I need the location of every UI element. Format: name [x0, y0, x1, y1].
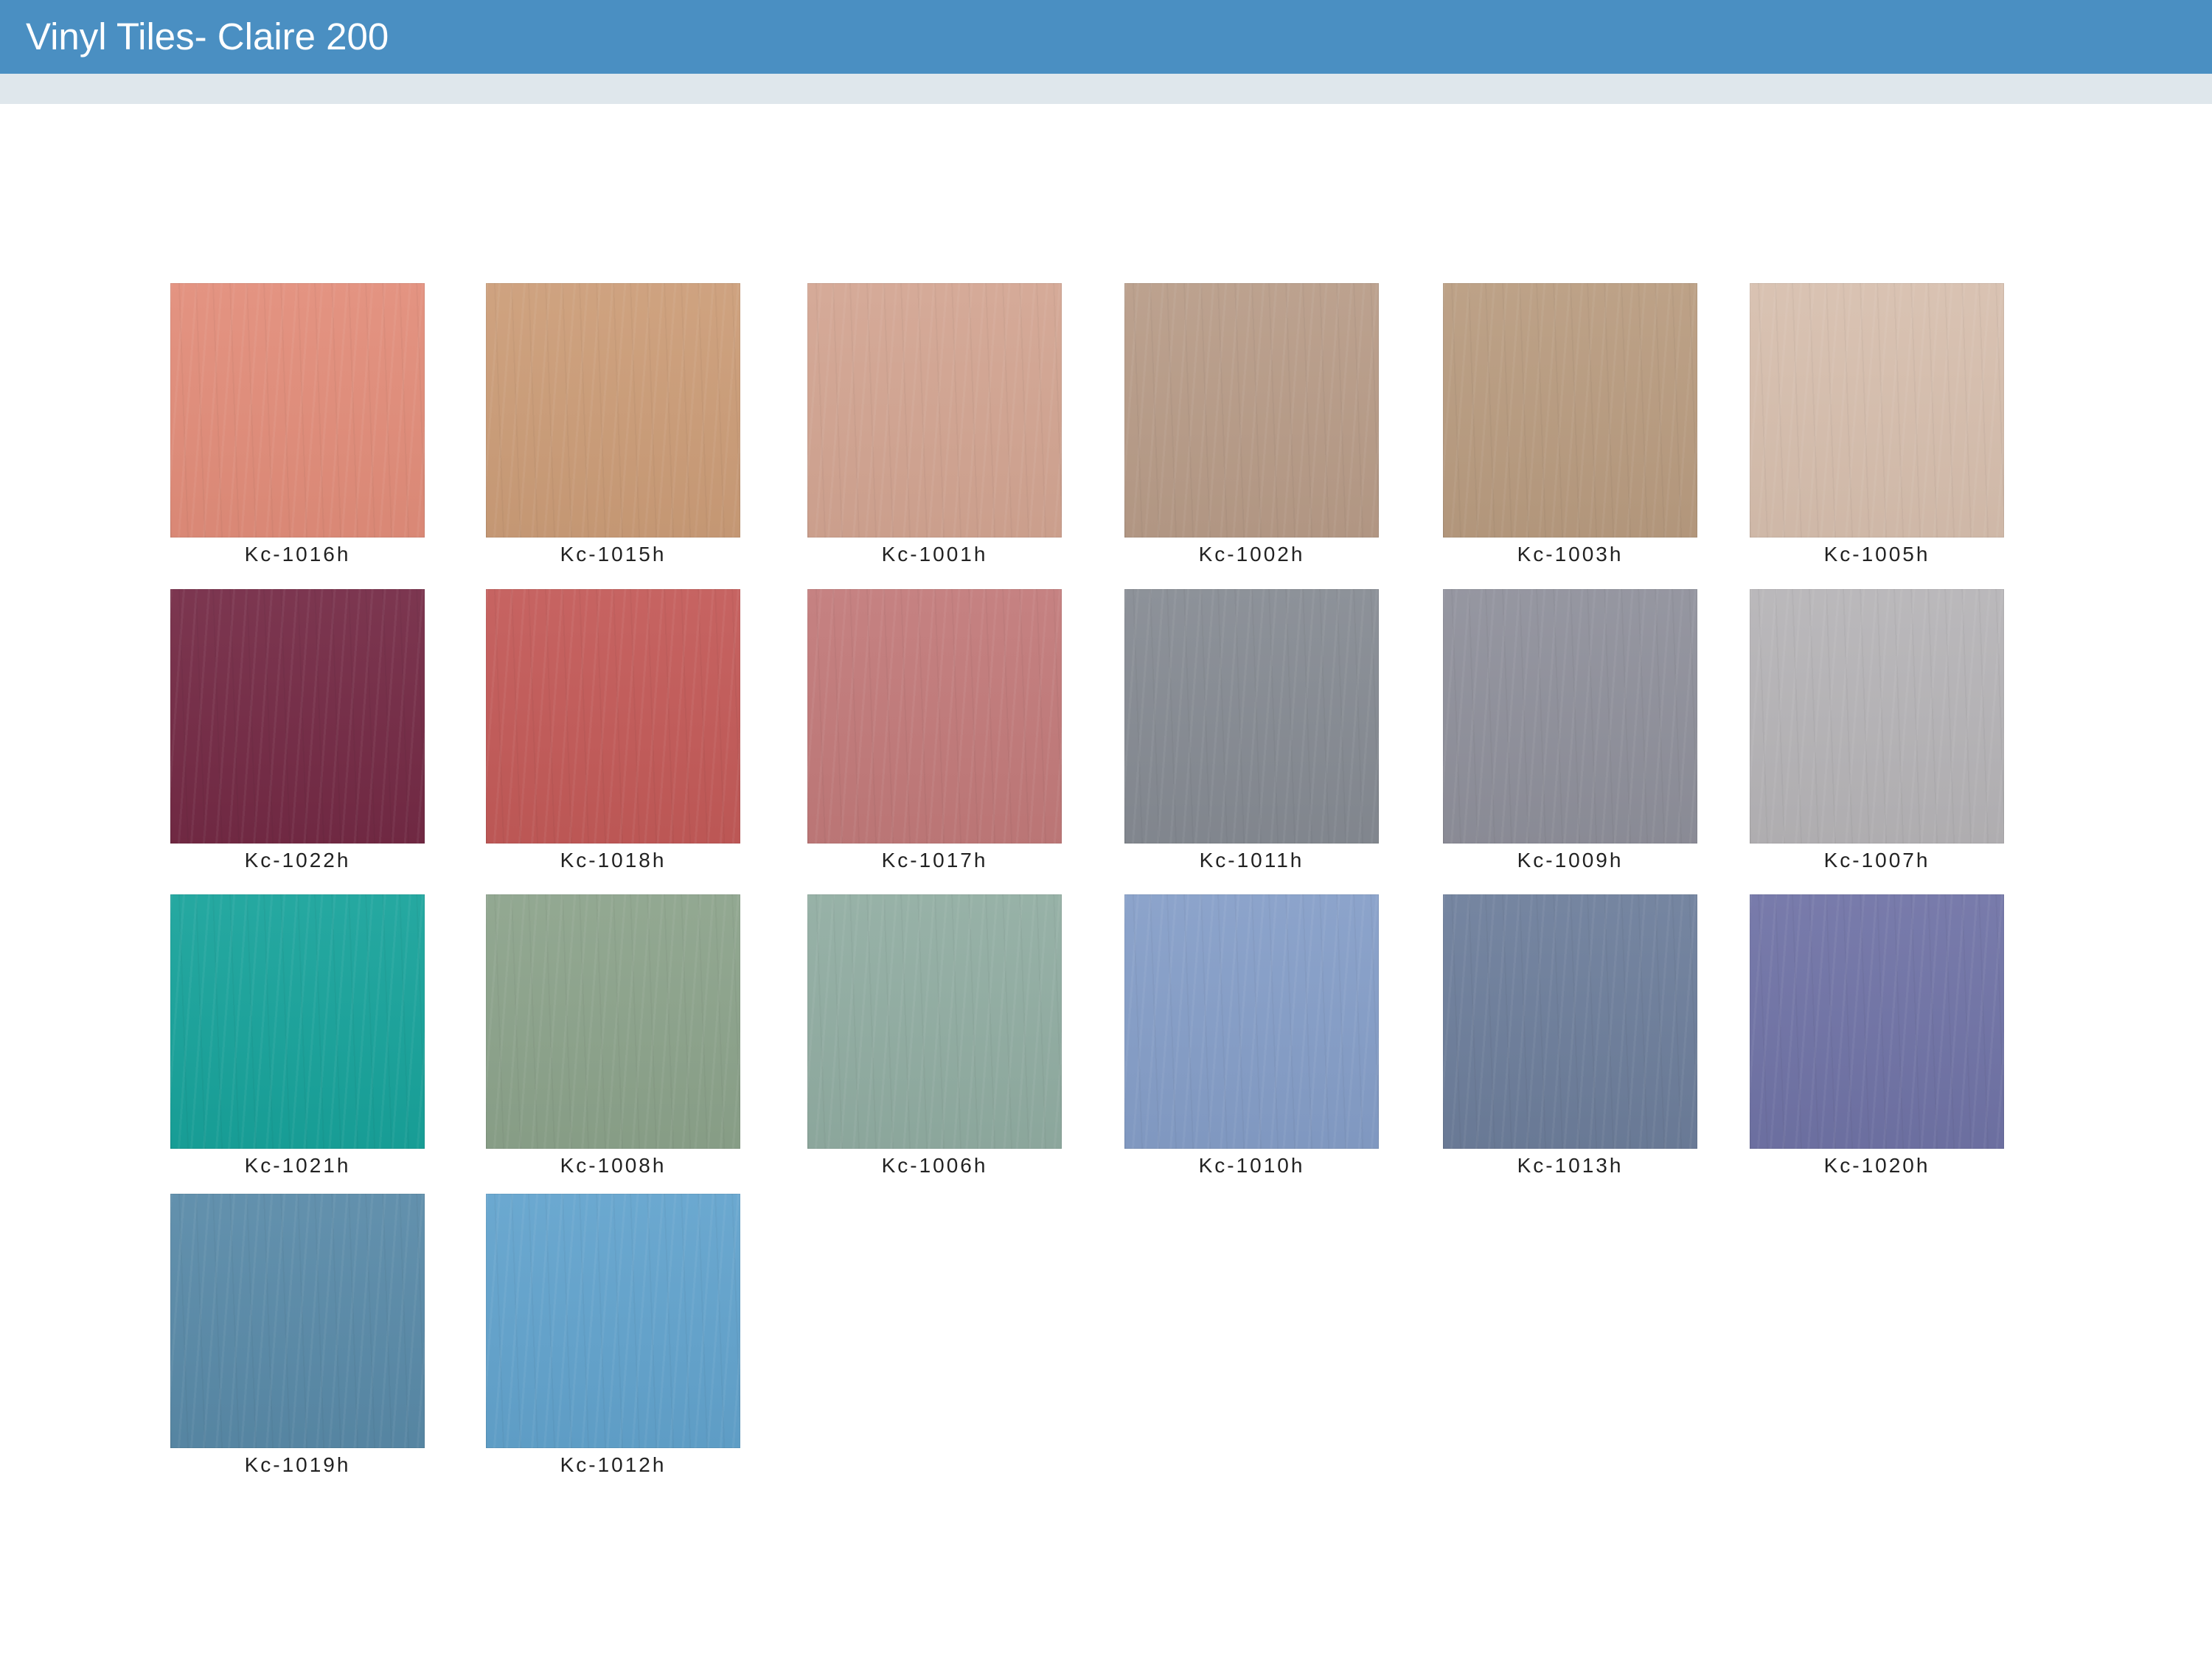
tile-swatch — [1750, 589, 2004, 844]
tile-swatch — [1443, 283, 1697, 538]
tile-code-label: Kc-1015h — [560, 543, 667, 566]
tile-swatch — [1124, 589, 1379, 844]
tile-code-label: Kc-1018h — [560, 849, 667, 872]
tile-code-label: Kc-1006h — [881, 1154, 988, 1177]
tile-swatch — [1124, 894, 1379, 1149]
tile-code-label: Kc-1001h — [881, 543, 988, 566]
tile-code-label: Kc-1002h — [1198, 543, 1305, 566]
tile-swatch — [486, 589, 740, 844]
tile-code-label: Kc-1020h — [1823, 1154, 1930, 1177]
tile-swatch — [486, 283, 740, 538]
tile-swatch — [1443, 589, 1697, 844]
tile-code-label: Kc-1017h — [881, 849, 988, 872]
tile-swatch — [486, 1194, 740, 1448]
tile-code-label: Kc-1003h — [1517, 543, 1624, 566]
tile-swatch — [807, 894, 1062, 1149]
tile-code-label: Kc-1010h — [1198, 1154, 1305, 1177]
tile-code-label: Kc-1009h — [1517, 849, 1624, 872]
tile-code-label: Kc-1016h — [244, 543, 351, 566]
tile-swatch — [1750, 894, 2004, 1149]
tile-swatch — [807, 589, 1062, 844]
tile-swatch — [170, 1194, 425, 1448]
tile-code-label: Kc-1019h — [244, 1453, 351, 1476]
tile-code-label: Kc-1012h — [560, 1453, 667, 1476]
tile-code-label: Kc-1008h — [560, 1154, 667, 1177]
tile-swatch — [170, 283, 425, 538]
tile-code-label: Kc-1011h — [1199, 849, 1304, 872]
tile-swatch — [1443, 894, 1697, 1149]
tile-swatch — [807, 283, 1062, 538]
tile-swatch — [1750, 283, 2004, 538]
tile-code-label: Kc-1022h — [244, 849, 351, 872]
tile-code-label: Kc-1007h — [1823, 849, 1930, 872]
tile-swatch — [486, 894, 740, 1149]
tile-code-label: Kc-1005h — [1823, 543, 1930, 566]
tile-code-label: Kc-1021h — [244, 1154, 351, 1177]
tile-swatch — [170, 894, 425, 1149]
tile-swatch — [170, 589, 425, 844]
tile-code-label: Kc-1013h — [1517, 1154, 1624, 1177]
tile-grid: Kc-1016h Kc-1015h Kc-1001h Kc-1002h Kc-1003h… — [0, 0, 2212, 1659]
tile-swatch — [1124, 283, 1379, 538]
